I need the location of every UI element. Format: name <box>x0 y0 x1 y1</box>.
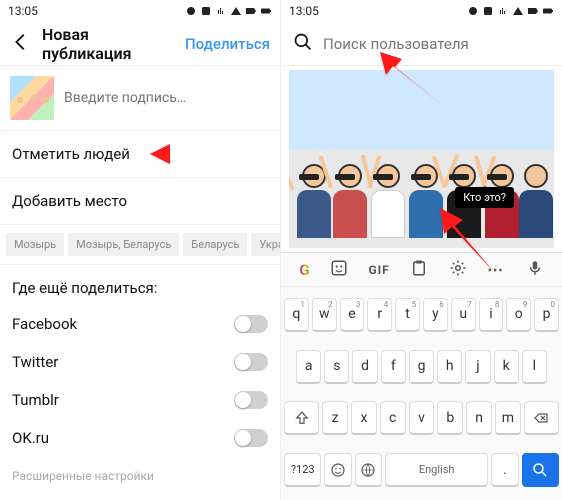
share-tumblr: Tumblr <box>0 381 280 419</box>
sticker-icon[interactable] <box>330 259 348 281</box>
add-location-row[interactable]: Добавить место <box>0 178 280 225</box>
shift-key[interactable] <box>284 401 319 435</box>
screen-new-post: 13:05 Новая публикация Поделиться Отмети… <box>0 0 281 500</box>
location-chip[interactable]: Украина <box>251 233 280 256</box>
search-key[interactable] <box>522 453 559 487</box>
tag-people-row[interactable]: Отметить людей <box>0 131 280 178</box>
key-y[interactable]: y6 <box>423 298 448 332</box>
caption-input[interactable] <box>64 90 270 106</box>
key-n[interactable]: n <box>466 401 492 435</box>
key-d[interactable]: d <box>352 350 377 384</box>
clipboard-icon[interactable] <box>410 259 428 281</box>
key-b[interactable]: b <box>437 401 463 435</box>
period-key[interactable]: . <box>491 453 518 487</box>
keyboard-toolbar: G GIF ⋯ <box>281 253 562 287</box>
key-q[interactable]: q1 <box>284 298 309 332</box>
key-s[interactable]: s <box>324 350 349 384</box>
tag-bubble[interactable]: Кто это? <box>455 187 514 208</box>
key-r[interactable]: r4 <box>367 298 392 332</box>
location-chip[interactable]: Мозырь <box>6 233 64 256</box>
key-t[interactable]: t5 <box>395 298 420 332</box>
more-icon[interactable]: ⋯ <box>487 260 505 279</box>
network-label: Twitter <box>12 353 58 371</box>
add-location-label: Добавить место <box>12 192 127 210</box>
key-a[interactable]: a <box>296 350 321 384</box>
key-j[interactable]: j <box>465 350 490 384</box>
location-chip[interactable]: Мозырь, Беларусь <box>68 233 179 256</box>
location-chip[interactable]: Беларусь <box>183 233 247 256</box>
advanced-settings[interactable]: Расширенные настройки <box>0 457 280 495</box>
tag-photo[interactable]: Кто это? <box>289 70 554 248</box>
search-row <box>281 22 562 66</box>
space-key[interactable]: English <box>385 453 488 487</box>
toggle-okru[interactable] <box>234 429 268 447</box>
search-icon <box>293 32 313 56</box>
keyboard-keys: q1w2e3r4t5y6u7i8o9p0 asdfghjkl zxcvbnm ?… <box>281 287 562 500</box>
status-bar: 13:05 <box>0 0 280 22</box>
tag-people-label: Отметить людей <box>12 145 130 163</box>
page-title: Новая публикация <box>42 25 175 63</box>
key-m[interactable]: m <box>495 401 521 435</box>
share-okru: OK.ru <box>0 419 280 457</box>
post-thumbnail[interactable] <box>10 76 54 120</box>
share-twitter: Twitter <box>0 343 280 381</box>
key-g[interactable]: g <box>409 350 434 384</box>
key-f[interactable]: f <box>381 350 406 384</box>
key-u[interactable]: u7 <box>451 298 476 332</box>
key-o[interactable]: o9 <box>506 298 531 332</box>
keyboard: G GIF ⋯ q1w2e3r4t5y6u7i8o9p0 asdfghjkl z… <box>281 252 562 500</box>
network-label: Tumblr <box>12 391 59 409</box>
key-z[interactable]: z <box>322 401 348 435</box>
key-e[interactable]: e3 <box>340 298 365 332</box>
toggle-tumblr[interactable] <box>234 391 268 409</box>
toggle-facebook[interactable] <box>234 315 268 333</box>
share-action[interactable]: Поделиться <box>185 35 270 53</box>
share-facebook: Facebook <box>0 305 280 343</box>
gear-icon[interactable] <box>449 259 467 281</box>
gif-button[interactable]: GIF <box>368 263 389 277</box>
key-c[interactable]: c <box>380 401 406 435</box>
network-label: Facebook <box>12 315 77 333</box>
status-time: 13:05 <box>8 4 38 18</box>
search-input[interactable] <box>323 35 550 53</box>
status-bar: 13:05 <box>281 0 562 22</box>
location-suggestions: Мозырь Мозырь, Беларусь Беларусь Украина <box>0 225 280 265</box>
share-also-title: Где ещё поделиться: <box>0 265 280 305</box>
status-icons <box>185 5 272 17</box>
key-p[interactable]: p0 <box>534 298 559 332</box>
key-v[interactable]: v <box>409 401 435 435</box>
key-x[interactable]: x <box>351 401 377 435</box>
key-l[interactable]: l <box>522 350 547 384</box>
status-time: 13:05 <box>289 4 319 18</box>
symbols-key[interactable]: ?123 <box>284 453 321 487</box>
key-k[interactable]: k <box>494 350 519 384</box>
screen-tag-search: 13:05 Кто это? G <box>281 0 562 500</box>
key-i[interactable]: i8 <box>479 298 504 332</box>
status-icons <box>467 5 554 17</box>
google-icon[interactable]: G <box>299 261 309 279</box>
backspace-key[interactable] <box>524 401 559 435</box>
back-button[interactable] <box>10 31 32 57</box>
mic-icon[interactable] <box>526 259 544 281</box>
key-h[interactable]: h <box>437 350 462 384</box>
header: Новая публикация Поделиться <box>0 22 280 66</box>
emoji-key[interactable] <box>324 453 351 487</box>
caption-row <box>0 66 280 131</box>
globe-key[interactable] <box>355 453 382 487</box>
network-label: OK.ru <box>12 429 49 447</box>
toggle-twitter[interactable] <box>234 353 268 371</box>
key-w[interactable]: w2 <box>312 298 337 332</box>
